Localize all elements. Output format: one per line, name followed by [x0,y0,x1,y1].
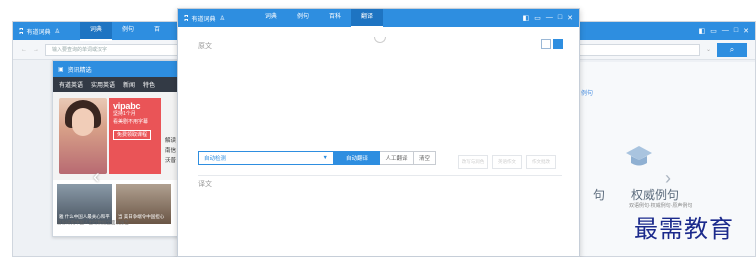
minimize-icon[interactable]: — [546,14,553,22]
divider [198,175,562,176]
promo-portrait [59,98,107,174]
back-tab-baike[interactable]: 百 [144,22,170,41]
tab-translate[interactable]: 翻译 [350,9,383,28]
minimize-icon[interactable]: — [722,27,729,35]
back-nav: 词典 例句 百 [79,22,170,41]
promo-line1: 坚持1个月 [113,111,136,117]
front-titlebar: ʭ 有道词典 ♙ 词典 例句 百科 翻译 ◧ ▭ — □ ✕ [178,9,579,28]
language-select[interactable]: 自动检测 ▼ [198,151,334,165]
promo-card[interactable]: vipabc 坚持1个月 看美剧不用字幕 免费领取课程 [109,98,161,174]
promo-button[interactable]: 免费领取课程 [113,130,152,140]
language-select-value: 自动检测 [204,156,227,162]
watermark: 最需教育 [634,215,734,243]
extra-tool-button[interactable]: 英语作文 [492,155,522,169]
layout-stack-icon[interactable] [553,39,563,49]
front-nav: 词典 例句 百科 翻译 [255,9,383,28]
promo-line2: 看美剧不用字幕 [113,119,149,125]
tab-baike[interactable]: 百科 [319,9,351,28]
news-tab-news[interactable]: 新闻 [123,80,135,89]
news-tab-practical-english[interactable]: 实用英语 [91,80,115,89]
translate-window: ʭ 有道词典 ♙ 词典 例句 百科 翻译 ◧ ▭ — □ ✕ 原文 自动检测 ▼… [177,8,580,257]
promo-brand: vipabc [113,101,141,111]
dropdown-icon[interactable]: ⌄ [706,46,711,53]
news-titlebar: ▣ 资讯精选 [53,61,181,77]
close-icon[interactable]: ✕ [743,27,749,35]
news-tabs: 有道英语 实用英语 新闻 特色 [53,77,181,92]
news-thumbs: 雅 什么中国人最关心和平 当 美日争端令中国担心 首份研究中国人出行数据全面发报… [53,180,181,228]
back-tab-examples[interactable]: 例句 [112,22,144,41]
collapse-handle[interactable] [374,37,386,43]
user-icon[interactable]: ♙ [55,28,60,35]
layout-toggle[interactable] [541,39,563,49]
search-button[interactable]: ⌕ [717,42,747,57]
front-window-controls: ◧ ▭ — □ ✕ [523,14,573,22]
front-brand: 有道词典 [191,16,216,23]
user-icon[interactable]: ♙ [220,15,225,22]
clear-button[interactable]: 清空 [414,151,436,165]
auto-translate-button[interactable]: 自动翻译 [334,151,380,165]
source-text-area[interactable]: 原文 [198,41,212,51]
next-chevron-icon[interactable]: › [665,168,671,189]
back-arrow-icon[interactable]: ← [21,47,27,53]
news-tab-youdao-english[interactable]: 有道英语 [59,80,83,89]
skin-icon[interactable]: ◧ [523,14,530,22]
extra-tool-button[interactable]: 作文批改 [526,155,556,169]
human-translate-button[interactable]: 人工翻译 [380,151,414,165]
news-thumb[interactable]: 雅 什么中国人最关心和平 [57,184,112,224]
news-title: 资讯精选 [67,67,92,74]
back-brand: 有道词典 [26,29,51,36]
maximize-icon[interactable]: □ [558,14,562,22]
translate-toolbar: 自动检测 ▼ 自动翻译 人工翻译 清空 [198,151,436,165]
news-footer[interactable]: 首份研究中国人出行数据全面发报告 [57,220,129,226]
forward-arrow-icon[interactable]: → [33,47,39,53]
extra-tools: 改写与润色 英语作文 作文批改 [458,155,556,169]
chevron-down-icon: ▼ [322,155,328,161]
search-icon: ⌕ [729,44,735,54]
menu-icon[interactable]: ▭ [534,14,541,22]
maximize-icon[interactable]: □ [734,27,738,35]
extra-tool-button[interactable]: 改写与润色 [458,155,488,169]
sentence-label: 句 [593,188,606,202]
news-thumb[interactable]: 当 美日争端令中国担心 [116,184,171,224]
authority-subtitle: 双语例句·权威例句·原声例句 [629,203,693,209]
youdao-logo-icon: ʭ [184,13,189,23]
close-icon[interactable]: ✕ [567,14,573,22]
target-text-area: 译文 [198,181,212,188]
news-window: ▣ 资讯精选 有道英语 实用英语 新闻 特色 vipabc 坚持1个月 看美剧不… [52,60,182,237]
tab-dictionary[interactable]: 词典 [255,9,287,28]
authority-title: 权威例句 [631,188,680,202]
layout-split-icon[interactable] [541,39,551,49]
news-logo-icon: ▣ [58,66,64,73]
skin-icon[interactable]: ◧ [699,27,706,35]
menu-icon[interactable]: ▭ [710,27,717,35]
tab-examples[interactable]: 例句 [287,9,319,28]
promo-banner[interactable]: vipabc 坚持1个月 看美剧不用字幕 免费领取课程 解读 南信 沃普 ‹ [53,92,181,188]
news-tab-featured[interactable]: 特色 [143,80,155,89]
graduation-cap-icon [626,146,652,166]
back-tab-dictionary[interactable]: 词典 [79,22,112,41]
youdao-logo-icon: ʭ [19,26,24,36]
examples-hint: 例句 [581,91,594,97]
back-window-controls: ◧ ▭ — □ ✕ [699,27,749,35]
